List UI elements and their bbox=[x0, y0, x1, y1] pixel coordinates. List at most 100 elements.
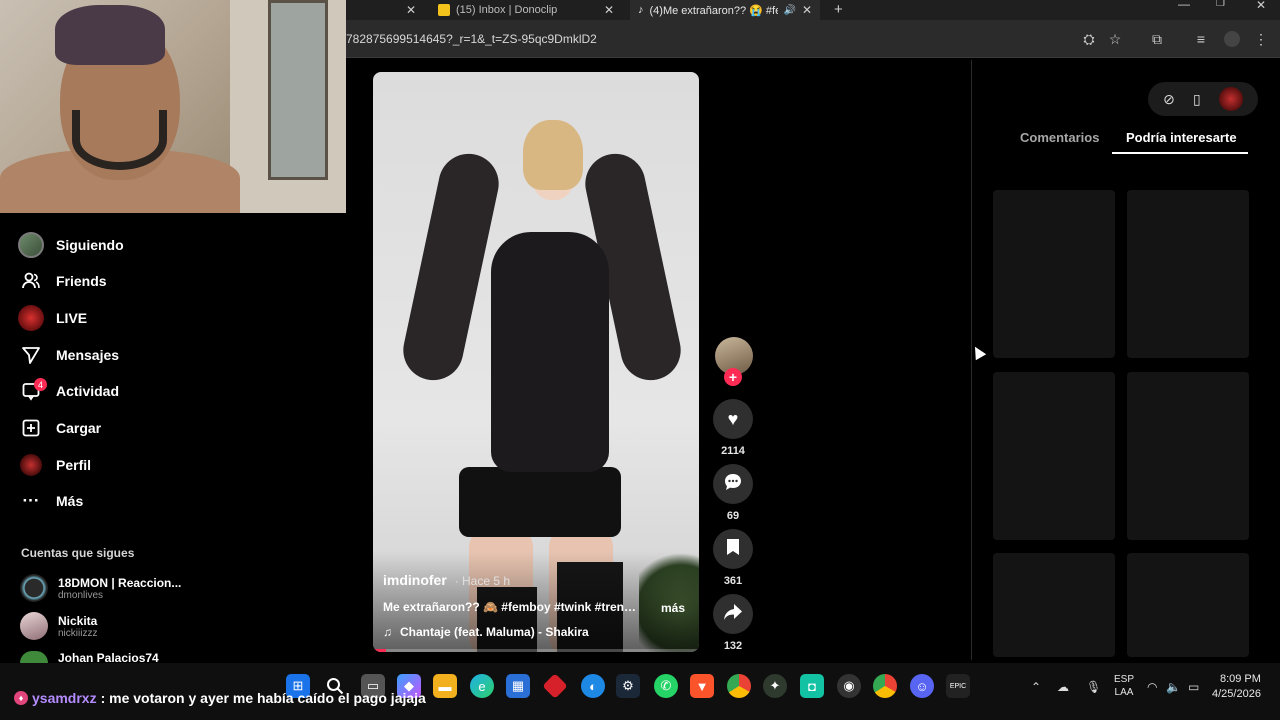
suggested-video-thumbnail[interactable] bbox=[1127, 190, 1249, 358]
suggested-video-thumbnail[interactable] bbox=[1127, 553, 1249, 657]
chat-badge-icon: ♦ bbox=[14, 691, 28, 705]
restore-icon[interactable]: ❐ bbox=[1216, 0, 1225, 9]
menu-kebab-icon[interactable]: ⋮ bbox=[1252, 30, 1270, 48]
sidebar-item-profile[interactable]: Perfil bbox=[18, 452, 91, 478]
new-tab-icon[interactable]: + bbox=[834, 1, 843, 18]
profile-avatar-icon[interactable] bbox=[1218, 87, 1243, 111]
comment-count: 69 bbox=[726, 510, 740, 522]
account-handle: dmonlives bbox=[58, 589, 104, 601]
comment-button[interactable] bbox=[713, 464, 753, 504]
like-button[interactable]: ♥ bbox=[713, 399, 753, 439]
file-explorer-icon[interactable]: ▬ bbox=[433, 674, 457, 698]
chat-text: : me votaron y ayer me había caído el pa… bbox=[100, 690, 426, 706]
video-progress-fill bbox=[373, 649, 387, 652]
webcam-person-beard bbox=[72, 110, 167, 170]
sidebar-item-live[interactable]: LIVE bbox=[18, 305, 87, 331]
share-button[interactable] bbox=[713, 594, 753, 634]
sidebar-item-label: Friends bbox=[56, 273, 107, 289]
url-text[interactable]: 782875699514645?_r=1&_t=ZS-95qc9DmklD2 bbox=[346, 32, 597, 46]
mobile-device-icon[interactable]: ▯ bbox=[1193, 91, 1201, 108]
followed-account-row[interactable]: 18DMON | Reaccion... dmonlives bbox=[20, 574, 181, 602]
save-button[interactable] bbox=[713, 529, 753, 569]
video-player[interactable]: imdinofer · Hace 5 h Me extrañaron?? 🙈 #… bbox=[373, 72, 699, 652]
app-globe-icon[interactable]: ◐ bbox=[581, 674, 605, 698]
following-section-title: Cuentas que sigues bbox=[21, 546, 135, 560]
profile-avatar-icon[interactable] bbox=[1224, 31, 1240, 47]
heart-icon: ♥ bbox=[727, 408, 739, 429]
discord-icon[interactable]: ☺ bbox=[910, 674, 934, 698]
steam-icon[interactable]: ⚙ bbox=[616, 674, 640, 698]
discover-compass-icon[interactable]: ⊘ bbox=[1163, 91, 1175, 108]
whatsapp-icon[interactable]: ✆ bbox=[654, 674, 678, 698]
sidebar-item-more[interactable]: ··· Más bbox=[18, 488, 84, 514]
followed-account-row[interactable]: Nickita nickiiizzz bbox=[20, 612, 97, 640]
webcam-overlay bbox=[0, 0, 346, 213]
sidebar-item-label: Perfil bbox=[56, 457, 92, 473]
tab-comments[interactable]: Comentarios bbox=[1020, 130, 1099, 145]
bookmark-star-icon[interactable]: ☆ bbox=[1106, 30, 1124, 48]
media-control-icon[interactable]: ≡ bbox=[1192, 30, 1210, 48]
follow-plus-icon[interactable]: + bbox=[724, 368, 742, 386]
chat-username: ysamdrxz bbox=[32, 690, 97, 706]
app-compass-icon[interactable]: ✦ bbox=[763, 674, 787, 698]
chrome-icon[interactable] bbox=[727, 674, 751, 698]
top-actions-pill: ⊘ ▯ bbox=[1148, 82, 1258, 116]
extensions-icon[interactable]: ⧉ bbox=[1148, 30, 1166, 48]
mouse-cursor-icon bbox=[969, 343, 987, 361]
sidebar-item-following[interactable]: Siguiendo bbox=[18, 232, 124, 258]
minimize-icon[interactable]: — bbox=[1178, 0, 1190, 11]
suggested-video-thumbnail[interactable] bbox=[993, 553, 1115, 657]
music-note-icon: ♫ bbox=[383, 625, 392, 639]
video-author[interactable]: imdinofer · Hace 5 h bbox=[383, 572, 510, 588]
system-clock[interactable]: 8:09 PM 4/25/2026 bbox=[1212, 672, 1261, 702]
edge-browser-icon[interactable]: e bbox=[470, 674, 494, 698]
music-link[interactable]: ♫ Chantaje (feat. Maluma) - Shakira bbox=[383, 625, 589, 639]
epic-games-icon[interactable]: EPIC bbox=[946, 674, 970, 698]
sidebar-item-friends[interactable]: Friends bbox=[18, 268, 107, 294]
translate-icon[interactable]: ⛭ bbox=[1080, 30, 1098, 48]
microphone-icon[interactable]: 🎙 bbox=[1086, 680, 1101, 694]
obs-studio-icon[interactable]: ◉ bbox=[837, 674, 861, 698]
wifi-icon[interactable]: ◠ bbox=[1147, 680, 1157, 694]
video-progress-bar[interactable] bbox=[373, 649, 699, 652]
clock-date: 4/25/2026 bbox=[1212, 688, 1261, 700]
suggested-video-thumbnail[interactable] bbox=[993, 372, 1115, 540]
suggested-video-thumbnail[interactable] bbox=[1127, 372, 1249, 540]
sidebar-item-messages[interactable]: Mensajes bbox=[18, 342, 119, 368]
close-tab-icon[interactable]: ✕ bbox=[406, 3, 416, 17]
post-time: · Hace 5 h bbox=[454, 574, 511, 588]
close-window-icon[interactable]: ✕ bbox=[1256, 0, 1266, 12]
browser-tab-strip: ✕ (15) Inbox | Donoclip ✕ ♪ (4)Me extrañ… bbox=[346, 0, 1280, 20]
tab-tiktok-video[interactable]: ♪ (4)Me extrañaron?? 😭 #fer 🔊 ✕ bbox=[630, 0, 820, 20]
input-language[interactable]: ESP LAA bbox=[1114, 673, 1134, 699]
friends-icon bbox=[18, 268, 44, 294]
battery-icon[interactable]: ▭ bbox=[1188, 680, 1199, 694]
sidebar-item-activity[interactable]: Actividad bbox=[18, 378, 119, 404]
chrome-active-icon[interactable] bbox=[873, 674, 897, 698]
tray-overflow-chevron-icon[interactable]: ⌃ bbox=[1031, 680, 1041, 694]
author-handle: imdinofer bbox=[383, 572, 447, 588]
onedrive-cloud-icon[interactable]: ☁ bbox=[1057, 680, 1069, 694]
tab-you-may-like[interactable]: Podría interesarte bbox=[1126, 130, 1237, 145]
messages-icon bbox=[18, 342, 44, 368]
caption-more-link[interactable]: más bbox=[661, 601, 685, 615]
tab-title: (15) Inbox | Donoclip bbox=[456, 4, 558, 16]
save-count: 361 bbox=[723, 575, 743, 587]
share-arrow-icon bbox=[723, 603, 743, 626]
music-title: Chantaje (feat. Maluma) - Shakira bbox=[400, 625, 589, 639]
account-avatar bbox=[20, 651, 48, 663]
close-tab-icon[interactable]: ✕ bbox=[604, 3, 614, 17]
webcam-window bbox=[268, 0, 328, 180]
app-gamepad-icon[interactable]: ◘ bbox=[800, 674, 824, 698]
sidebar-item-label: Siguiendo bbox=[56, 237, 124, 253]
donoclip-favicon-icon bbox=[438, 4, 450, 16]
close-tab-icon[interactable]: ✕ bbox=[802, 3, 812, 17]
brave-browser-icon[interactable]: ▼ bbox=[690, 674, 714, 698]
stream-chat-message: ♦ ysamdrxz : me votaron y ayer me había … bbox=[14, 690, 426, 706]
volume-icon[interactable]: 🔈 bbox=[1166, 680, 1181, 694]
tab-inbox[interactable]: (15) Inbox | Donoclip ✕ bbox=[434, 0, 624, 20]
suggested-video-thumbnail[interactable] bbox=[993, 190, 1115, 358]
following-avatar-icon bbox=[18, 232, 44, 258]
microsoft-store-icon[interactable]: ▦ bbox=[506, 674, 530, 698]
sidebar-item-upload[interactable]: Cargar bbox=[18, 415, 101, 441]
